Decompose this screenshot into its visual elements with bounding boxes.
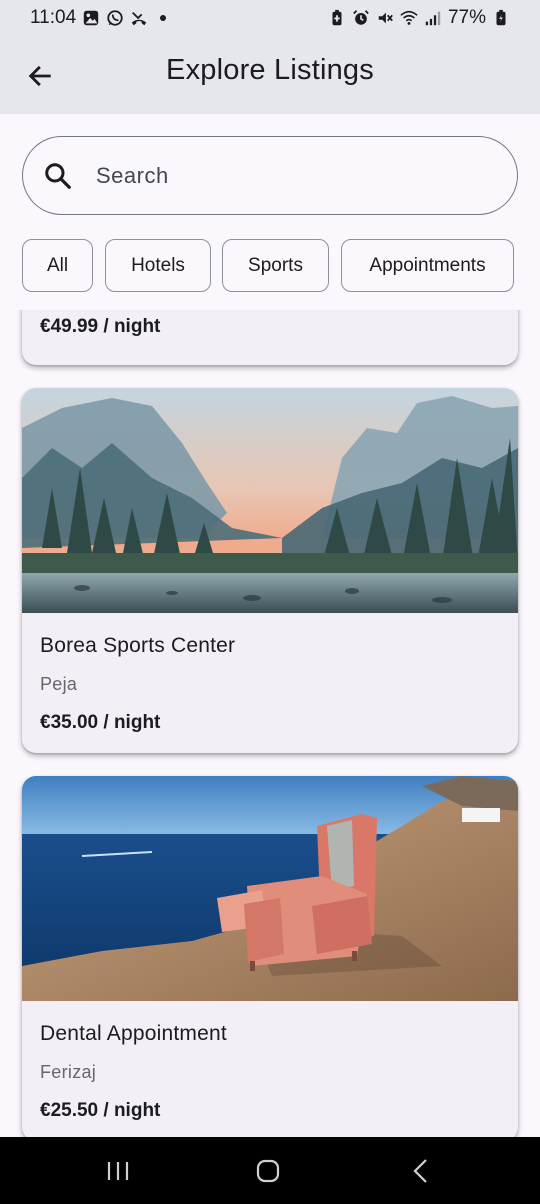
home-icon[interactable] bbox=[248, 1157, 288, 1185]
listing-location: Ferizaj bbox=[40, 1062, 97, 1082]
image-icon bbox=[83, 10, 99, 26]
app-bar: Explore Listings bbox=[0, 36, 540, 114]
mute-icon bbox=[378, 12, 393, 24]
listings-list[interactable]: €49.99 / night Borea Sports Center Peja … bbox=[0, 310, 540, 1137]
filter-chip-hotels[interactable]: Hotels bbox=[105, 239, 211, 292]
whatsapp-icon bbox=[107, 10, 123, 26]
wifi-icon bbox=[400, 10, 418, 25]
chip-label: Appointments bbox=[369, 254, 486, 276]
listing-image bbox=[22, 776, 518, 1001]
listing-card[interactable]: Borea Sports Center Peja €35.00 / night bbox=[22, 388, 518, 753]
battery-saver-icon bbox=[332, 9, 342, 26]
status-left: 11:04 bbox=[30, 7, 167, 29]
system-nav-bar bbox=[0, 1137, 540, 1204]
listing-location: Peja bbox=[40, 674, 78, 694]
filter-chip-sports[interactable]: Sports bbox=[222, 239, 329, 292]
listing-image bbox=[22, 388, 518, 613]
battery-percent: 77% bbox=[447, 7, 486, 28]
listing-card[interactable]: Dental Appointment Ferizaj €25.50 / nigh… bbox=[22, 776, 518, 1137]
filter-chip-appointments[interactable]: Appointments bbox=[341, 239, 514, 292]
chip-label: Sports bbox=[248, 254, 303, 276]
battery-icon bbox=[496, 9, 506, 26]
status-bar: 11:04 77% bbox=[0, 0, 540, 36]
chip-label: All bbox=[46, 254, 69, 276]
alarm-icon bbox=[353, 10, 369, 25]
listing-title: Borea Sports Center bbox=[40, 634, 236, 657]
listing-price: €49.99 / night bbox=[40, 316, 161, 337]
recent-apps-icon[interactable] bbox=[98, 1157, 138, 1185]
search-input[interactable] bbox=[96, 153, 496, 199]
listing-title: Dental Appointment bbox=[40, 1022, 227, 1045]
page-title: Explore Listings bbox=[166, 54, 374, 86]
filter-chip-all[interactable]: All bbox=[22, 239, 93, 292]
back-icon[interactable] bbox=[400, 1157, 440, 1185]
signal-icon bbox=[425, 11, 441, 26]
listing-price: €35.00 / night bbox=[40, 712, 161, 733]
missed-call-icon bbox=[131, 11, 147, 26]
status-time: 11:04 bbox=[30, 7, 77, 28]
search-icon bbox=[45, 163, 71, 189]
notification-dot-icon bbox=[160, 15, 167, 21]
chip-label: Hotels bbox=[131, 254, 185, 276]
status-right: 77% bbox=[328, 7, 510, 29]
listing-card[interactable]: €49.99 / night bbox=[22, 310, 518, 365]
search-bar[interactable] bbox=[22, 136, 518, 215]
listing-price: €25.50 / night bbox=[40, 1100, 161, 1121]
